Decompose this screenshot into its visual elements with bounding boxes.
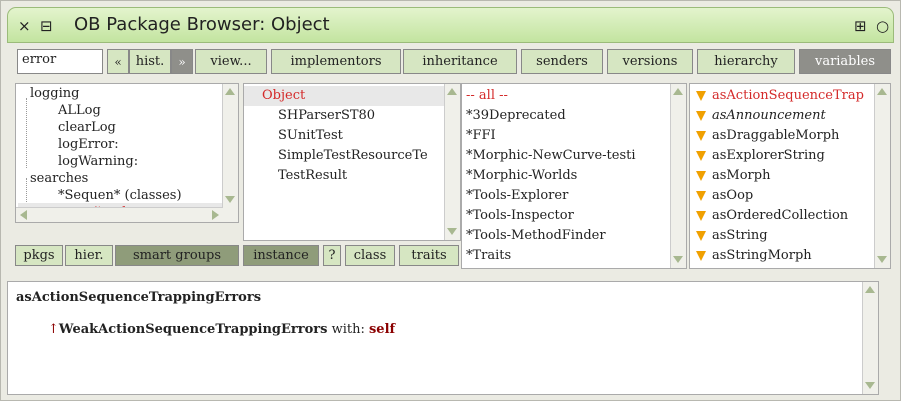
title-bar[interactable]: × ⊟ OB Package Browser: Object ⊞ ○ [7, 7, 894, 43]
class-item-selected[interactable]: Object [244, 86, 460, 106]
variables-button[interactable]: variables [799, 49, 891, 74]
collapse-icon[interactable]: ⊞ [854, 17, 867, 35]
scroll-down-icon[interactable] [673, 256, 683, 263]
override-marker-icon [696, 170, 706, 181]
method-item[interactable]: asExplorerString [690, 146, 890, 166]
keyword-message: with: [331, 322, 365, 337]
history-back-button[interactable]: « [107, 49, 129, 74]
code-scrollbar[interactable] [862, 282, 878, 394]
scroll-down-icon[interactable] [225, 196, 235, 203]
override-marker-icon [696, 210, 706, 221]
return-caret: ↑ [48, 322, 59, 337]
expand-icon[interactable]: ○ [876, 17, 889, 35]
hier-button[interactable]: hier. [65, 245, 113, 266]
scroll-left-icon[interactable] [20, 210, 27, 220]
packages-hscrollbar[interactable] [16, 207, 223, 222]
method-label: asOop [712, 188, 754, 203]
class-reference: WeakActionSequenceTrappingErrors [58, 322, 328, 337]
class-comment-button[interactable]: ? [323, 245, 341, 266]
hierarchy-button[interactable]: hierarchy [697, 49, 795, 74]
classes-scrollbar[interactable] [444, 84, 460, 240]
method-label: asActionSequenceTrap [712, 88, 864, 103]
category-item[interactable]: *39Deprecated [462, 106, 686, 126]
scroll-up-icon[interactable] [673, 88, 683, 95]
override-marker-icon [696, 130, 706, 141]
scroll-up-icon[interactable] [447, 88, 457, 95]
smart-groups-button[interactable]: smart groups [115, 245, 239, 266]
override-marker-icon [696, 190, 706, 201]
scroll-up-icon[interactable] [877, 88, 887, 95]
close-icon[interactable]: × [18, 17, 31, 35]
implementors-button[interactable]: implementors [271, 49, 401, 74]
traits-button[interactable]: traits [399, 245, 459, 266]
history-forward-button[interactable]: » [171, 49, 193, 74]
method-label: asStringMorph [712, 248, 812, 263]
category-item[interactable]: *Traits [462, 246, 686, 266]
class-item[interactable]: SUnitTest [244, 126, 460, 146]
code-editor[interactable]: asActionSequenceTrappingErrors ↑WeakActi… [7, 281, 879, 395]
classes-list[interactable]: Object SHParserST80 SUnitTest SimpleTest… [243, 83, 461, 241]
method-body: ↑WeakActionSequenceTrappingErrors with: … [48, 322, 395, 337]
search-input[interactable]: error [17, 49, 103, 74]
category-item[interactable]: *Tools-Inspector [462, 206, 686, 226]
method-label: asAnnouncement [712, 108, 826, 123]
category-item-selected[interactable]: -- all -- [462, 86, 686, 106]
history-button[interactable]: hist. [129, 49, 171, 74]
scroll-up-icon[interactable] [225, 88, 235, 95]
method-item[interactable]: asMorph [690, 166, 890, 186]
methods-list[interactable]: asActionSequenceTrap asAnnouncement asDr… [689, 83, 891, 269]
override-marker-icon [696, 250, 706, 261]
class-item[interactable]: SHParserST80 [244, 106, 460, 126]
method-label: asOrderedCollection [712, 208, 849, 223]
method-item[interactable]: asAnnouncement [690, 106, 890, 126]
method-item[interactable]: asString [690, 226, 890, 246]
scroll-down-icon[interactable] [447, 228, 457, 235]
packages-scrollbar[interactable] [222, 84, 238, 222]
category-item[interactable]: *Tools-MethodFinder [462, 226, 686, 246]
scroll-down-icon[interactable] [877, 256, 887, 263]
methods-scrollbar[interactable] [874, 84, 890, 268]
method-item[interactable]: asStringMorph [690, 246, 890, 266]
override-marker-icon [696, 230, 706, 241]
override-marker-icon [696, 90, 706, 101]
override-marker-icon [696, 110, 706, 121]
categories-list[interactable]: -- all -- *39Deprecated *FFI *Morphic-Ne… [461, 83, 687, 269]
class-side-button[interactable]: class [345, 245, 395, 266]
instance-button[interactable]: instance [243, 245, 319, 266]
category-item[interactable]: *Morphic-Worlds [462, 166, 686, 186]
senders-button[interactable]: senders [521, 49, 603, 74]
method-item[interactable]: asDraggableMorph [690, 126, 890, 146]
category-item[interactable]: *Morphic-NewCurve-testi [462, 146, 686, 166]
window-title: OB Package Browser: Object [74, 14, 330, 35]
scroll-up-icon[interactable] [865, 286, 875, 293]
scroll-down-icon[interactable] [865, 382, 875, 389]
scroll-right-icon[interactable] [212, 210, 219, 220]
packages-list[interactable]: logging ALLog clearLog logError: logWarn… [15, 83, 239, 223]
view-button[interactable]: view... [195, 49, 267, 74]
class-item[interactable]: SimpleTestResourceTe [244, 146, 460, 166]
categories-scrollbar[interactable] [670, 84, 686, 268]
method-label: asString [712, 228, 768, 243]
method-label: asDraggableMorph [712, 128, 840, 143]
versions-button[interactable]: versions [607, 49, 693, 74]
override-marker-icon [696, 150, 706, 161]
method-label: asMorph [712, 168, 771, 183]
category-item[interactable]: *Tools-Explorer [462, 186, 686, 206]
method-item[interactable]: asOrderedCollection [690, 206, 890, 226]
method-selector: asActionSequenceTrappingErrors [16, 290, 262, 305]
inheritance-button[interactable]: inheritance [403, 49, 517, 74]
pkgs-button[interactable]: pkgs [15, 245, 63, 266]
browser-window: × ⊟ OB Package Browser: Object ⊞ ○ error… [0, 0, 901, 401]
tree-guide [26, 98, 27, 168]
method-label: asExplorerString [712, 148, 825, 163]
method-item-selected[interactable]: asActionSequenceTrap [690, 86, 890, 106]
category-item[interactable]: *FFI [462, 126, 686, 146]
self-keyword: self [368, 322, 396, 337]
method-item[interactable]: asOop [690, 186, 890, 206]
menu-icon[interactable]: ⊟ [40, 17, 53, 35]
class-item[interactable]: TestResult [244, 166, 460, 186]
